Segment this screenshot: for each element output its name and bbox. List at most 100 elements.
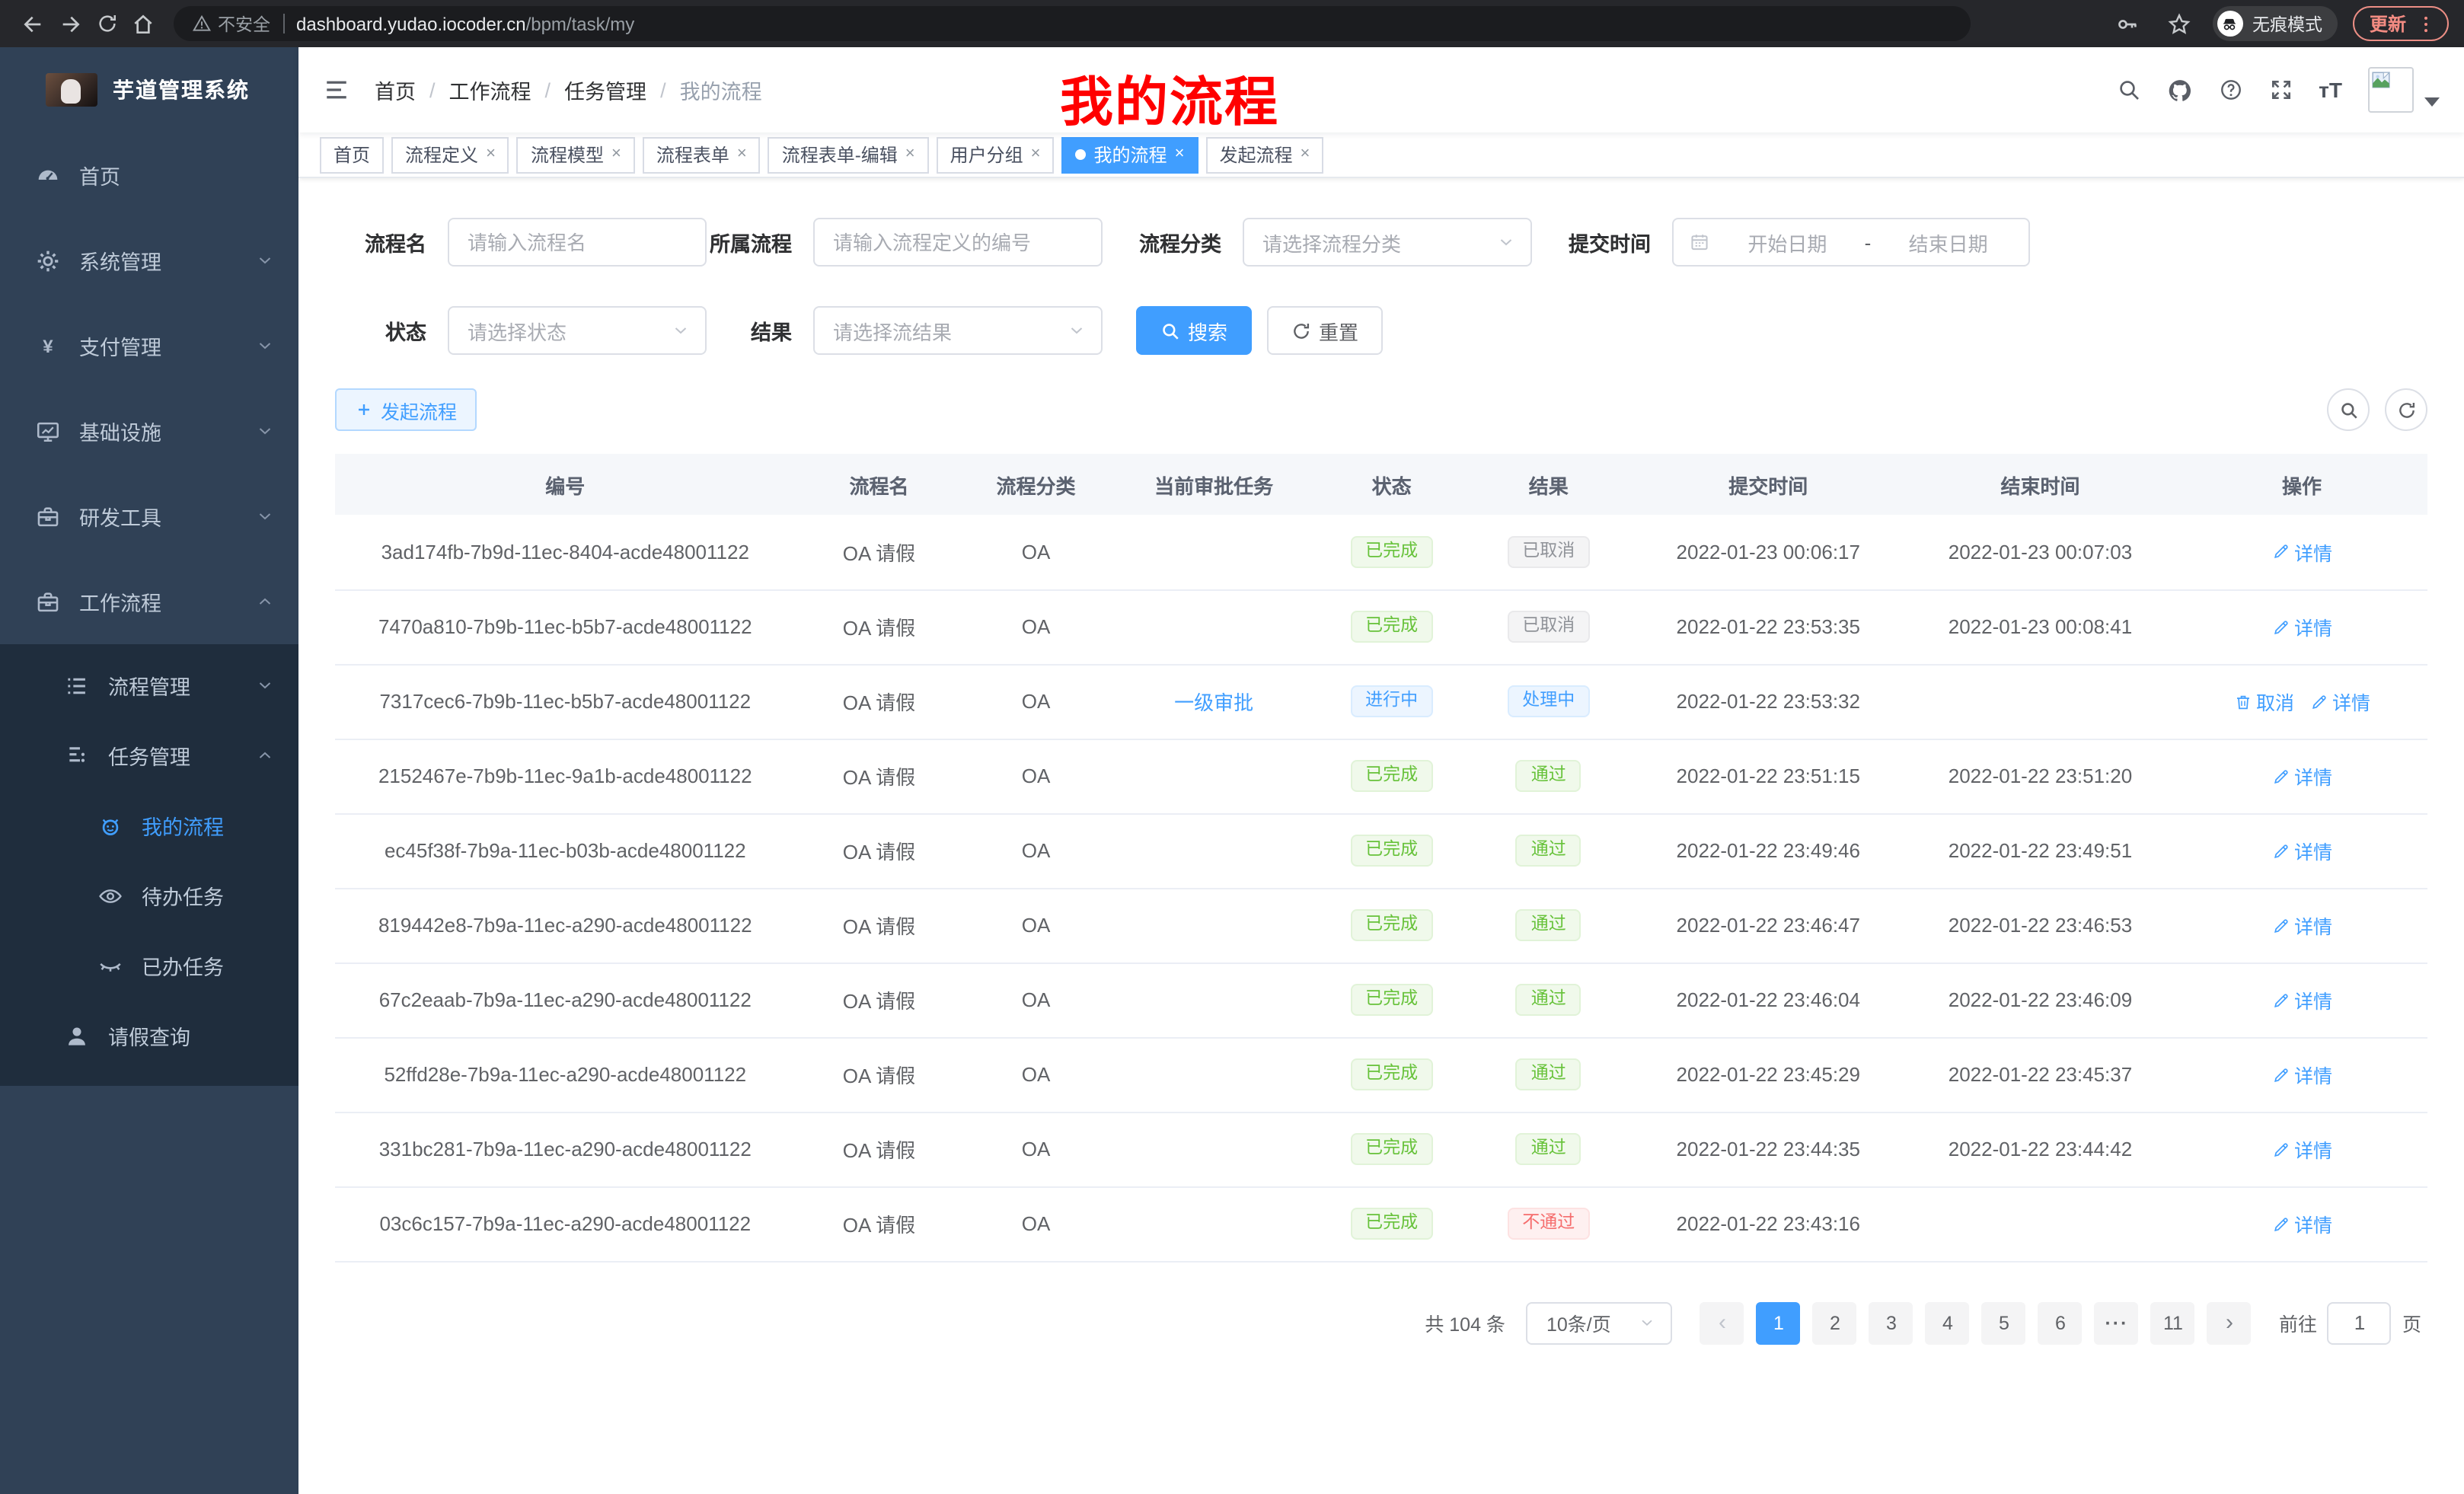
- page-button-4[interactable]: 4: [1926, 1301, 1970, 1344]
- refresh-table-button[interactable]: [2385, 388, 2427, 431]
- sidebar-item-支付管理[interactable]: ¥支付管理: [0, 303, 298, 388]
- page-button-3[interactable]: 3: [1869, 1301, 1913, 1344]
- detail-link[interactable]: 详情: [2271, 911, 2332, 940]
- cell-category: OA: [962, 1186, 1109, 1261]
- page-button-1[interactable]: 1: [1757, 1301, 1801, 1344]
- category-select[interactable]: 请选择流程分类: [1243, 218, 1532, 267]
- toggle-search-button[interactable]: [2327, 388, 2370, 431]
- sidebar-item-工作流程[interactable]: 工作流程: [0, 559, 298, 644]
- breadcrumb-task[interactable]: 任务管理: [564, 75, 646, 105]
- cell-end-time: 2022-01-22 23:46:53: [1904, 888, 2176, 962]
- sidebar-item-任务管理[interactable]: 任务管理: [0, 720, 298, 790]
- detail-link[interactable]: 详情: [2271, 612, 2332, 641]
- cell-category: OA: [962, 589, 1109, 664]
- bookmark-star-icon[interactable]: [2161, 5, 2197, 42]
- total-count: 共 104 条: [1425, 1308, 1505, 1337]
- chevron-down-icon: [1497, 233, 1515, 251]
- tab-流程定义[interactable]: 流程定义×: [391, 136, 509, 173]
- cancel-link[interactable]: 取消: [2233, 687, 2294, 716]
- result-badge: 已取消: [1507, 535, 1590, 568]
- navbar: 首页 / 工作流程 / 任务管理 / 我的流程 我的流程 тT: [298, 47, 2464, 132]
- sidebar-item-我的流程[interactable]: 我的流程: [0, 790, 298, 860]
- font-size-icon[interactable]: тT: [2319, 78, 2342, 102]
- close-icon[interactable]: ×: [1031, 146, 1041, 163]
- cell-id: 7317cec6-7b9b-11ec-b5b7-acde48001122: [335, 664, 796, 739]
- more-pages-button[interactable]: ···: [2095, 1301, 2139, 1344]
- page-button-6[interactable]: 6: [2038, 1301, 2083, 1344]
- page-button-2[interactable]: 2: [1813, 1301, 1857, 1344]
- sidebar-item-系统管理[interactable]: 系统管理: [0, 218, 298, 303]
- tab-发起流程[interactable]: 发起流程×: [1205, 136, 1323, 173]
- browser-home-icon[interactable]: [125, 5, 161, 42]
- close-icon[interactable]: ×: [611, 146, 621, 163]
- avatar-caret-icon[interactable]: [2424, 97, 2440, 107]
- help-icon[interactable]: [2218, 78, 2242, 102]
- close-icon[interactable]: ×: [905, 146, 915, 163]
- status-select[interactable]: 请选择状态: [448, 306, 707, 355]
- close-icon[interactable]: ×: [1300, 146, 1310, 163]
- home-icon: [131, 11, 155, 36]
- app-logo[interactable]: 芋道管理系统: [0, 47, 298, 132]
- browser-menu-icon[interactable]: [2415, 13, 2437, 34]
- close-icon[interactable]: ×: [737, 146, 747, 163]
- prev-page-button[interactable]: ‹: [1700, 1301, 1744, 1344]
- sidebar-item-已办任务[interactable]: 已办任务: [0, 931, 298, 1001]
- next-page-button[interactable]: ›: [2207, 1301, 2252, 1344]
- breadcrumb-workflow[interactable]: 工作流程: [449, 75, 531, 105]
- breadcrumb-home[interactable]: 首页: [375, 75, 416, 105]
- browser-forward-icon[interactable]: [52, 5, 88, 42]
- tab-流程表单[interactable]: 流程表单×: [643, 136, 761, 173]
- page-button-5[interactable]: 5: [1982, 1301, 2026, 1344]
- tab-流程模型[interactable]: 流程模型×: [517, 136, 635, 173]
- password-key-icon[interactable]: [2109, 5, 2146, 42]
- browser-update-button[interactable]: 更新: [2353, 6, 2449, 41]
- sidebar-item-流程管理[interactable]: 流程管理: [0, 650, 298, 720]
- detail-link[interactable]: 详情: [2271, 1135, 2332, 1164]
- process-definition-input[interactable]: [813, 218, 1103, 267]
- sidebar-item-请假查询[interactable]: 请假查询: [0, 1001, 298, 1071]
- sidebar-item-首页[interactable]: 首页: [0, 132, 298, 218]
- cell-status: 已完成: [1319, 813, 1465, 888]
- hamburger-icon[interactable]: [323, 76, 350, 104]
- detail-link[interactable]: 详情: [2271, 761, 2332, 790]
- sidebar-item-基础设施[interactable]: 基础设施: [0, 388, 298, 474]
- cell-end-time: 2022-01-23 00:08:41: [1904, 589, 2176, 664]
- close-icon[interactable]: ×: [486, 146, 496, 163]
- detail-link[interactable]: 详情: [2309, 687, 2370, 716]
- browser-reload-icon[interactable]: [88, 5, 125, 42]
- status-badge: 已完成: [1350, 611, 1433, 643]
- search-button[interactable]: 搜索: [1136, 306, 1252, 355]
- tab-我的流程[interactable]: 我的流程×: [1062, 136, 1198, 173]
- sidebar-item-待办任务[interactable]: 待办任务: [0, 860, 298, 931]
- status-badge: 已完成: [1350, 760, 1433, 793]
- submit-time-range-picker[interactable]: 开始日期 - 结束日期: [1672, 218, 2030, 267]
- github-icon: [2166, 77, 2192, 103]
- tab-流程表单-编辑[interactable]: 流程表单-编辑×: [768, 136, 929, 173]
- breadcrumb-separator: /: [660, 78, 666, 101]
- detail-link[interactable]: 详情: [2271, 538, 2332, 567]
- detail-link[interactable]: 详情: [2271, 985, 2332, 1014]
- detail-link[interactable]: 详情: [2271, 1209, 2332, 1238]
- tab-首页[interactable]: 首页: [320, 136, 384, 173]
- status-badge: 已完成: [1350, 535, 1433, 568]
- address-bar[interactable]: 不安全 dashboard.yudao.iocoder.cn/bpm/task/…: [174, 6, 1971, 41]
- goto-page-input[interactable]: [2328, 1301, 2392, 1344]
- browser-back-icon[interactable]: [15, 5, 52, 42]
- github-icon[interactable]: [2166, 77, 2192, 103]
- page-button-11[interactable]: 11: [2151, 1301, 2195, 1344]
- tab-用户分组[interactable]: 用户分组×: [937, 136, 1055, 173]
- close-icon[interactable]: ×: [1175, 146, 1185, 163]
- process-name-input[interactable]: [448, 218, 707, 267]
- cell-result: 处理中: [1465, 664, 1633, 739]
- page-size-select[interactable]: 10条/页: [1527, 1301, 1673, 1344]
- create-process-button[interactable]: 发起流程: [335, 388, 477, 431]
- sidebar-item-研发工具[interactable]: 研发工具: [0, 474, 298, 559]
- result-select[interactable]: 请选择流结果: [813, 306, 1103, 355]
- header-search-icon[interactable]: [2116, 78, 2140, 102]
- avatar[interactable]: [2368, 67, 2414, 113]
- fullscreen-icon[interactable]: [2268, 78, 2293, 102]
- task-link[interactable]: 一级审批: [1174, 691, 1253, 714]
- detail-link[interactable]: 详情: [2271, 836, 2332, 865]
- reset-button[interactable]: 重置: [1267, 306, 1383, 355]
- detail-link[interactable]: 详情: [2271, 1060, 2332, 1089]
